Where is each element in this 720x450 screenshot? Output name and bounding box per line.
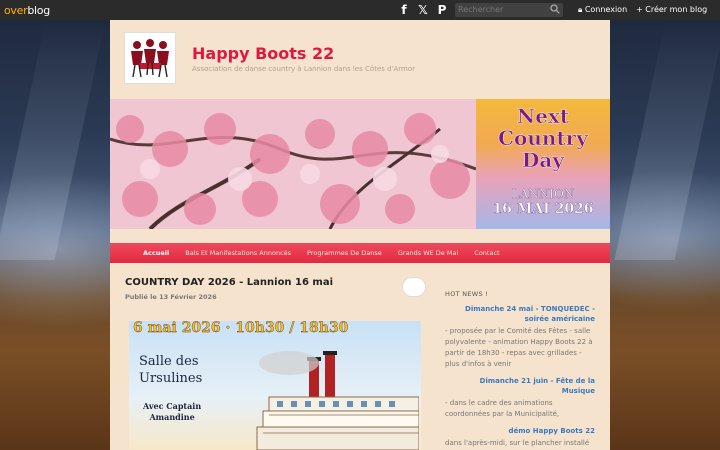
sidebar-event-2: Dimanche 21 juin - Fête de la Musique [479,377,595,395]
sidebar-event-3: démo Happy Boots 22 [508,427,595,435]
site-logo[interactable] [124,32,176,84]
sidebar-text-3: dans l'après-midi, sur le plancher insta… [445,439,590,447]
overblog-bar: overblog f 𝕏 P 🔒︎ Connexion + Créer mon … [0,0,720,20]
light-beam [614,20,720,260]
nav-item-bals[interactable]: Bals Et Manifestations Annoncés [185,249,291,257]
plus-icon: + [636,5,643,14]
search-input[interactable] [455,3,563,17]
overblog-logo[interactable]: overblog [0,4,50,17]
sidebar-event-1: Dimanche 24 mai - TONQUEDEC - soirée amé… [465,305,595,323]
site-subtitle: Association de danse country à Lannion d… [192,65,416,73]
steamboat-illustration [256,351,419,450]
sidebar-heading: HOT NEWS ! [445,290,489,298]
sidebar-text-1: - proposée par le Comité des Fêtes - sal… [445,327,593,368]
x-twitter-icon[interactable]: 𝕏 [417,2,429,17]
post-date: Publié le 13 Février 2026 [125,293,217,301]
facebook-icon[interactable]: f [398,2,410,17]
nav-item-programmes[interactable]: Programmes De Danse [307,249,382,257]
post-title[interactable]: COUNTRY DAY 2026 - Lannion 16 mai [125,277,333,288]
banner-city: LANNION [511,187,575,201]
next-country-day-panel: Next Country Day LANNION 16 MAI 2026 [476,99,610,229]
poster-venue: Salle des Ursulines [139,354,203,386]
sidebar-text-2: - dans le cadre des animations coordonné… [445,399,560,418]
lock-icon: 🔒︎ [578,5,583,14]
sidebar: HOT NEWS ! Dimanche 24 mai - TONQUEDEC -… [445,290,595,450]
blog-page: Happy Boots 22 Association de danse coun… [110,20,610,450]
nav-item-accueil[interactable]: Accueil [143,249,169,257]
poster-captain: Avec Captain Amandine [143,401,202,422]
create-blog-link[interactable]: + Créer mon blog [636,5,707,14]
header-banner: Next Country Day LANNION 16 MAI 2026 [110,99,610,229]
search-icon[interactable] [550,4,562,16]
cherry-blossom-image [110,99,477,229]
pinterest-icon[interactable]: P [436,2,448,17]
post-poster-image[interactable]: 6 mai 2026 · 10h30 / 18h30 Salle des Urs… [129,321,421,450]
poster-top-text: 6 mai 2026 · 10h30 / 18h30 [133,321,349,336]
nav-item-grands-we[interactable]: Grands WE De Mai [398,249,458,257]
site-title[interactable]: Happy Boots 22 [192,44,334,63]
banner-title: Next Country Day [498,104,588,172]
nav-item-contact[interactable]: Contact [474,249,499,257]
light-beam [0,20,106,260]
social-links: f 𝕏 P [398,2,448,17]
comment-bubble-icon[interactable] [402,277,426,297]
login-link[interactable]: 🔒︎ Connexion [578,5,627,15]
main-nav: Accueil Bals Et Manifestations Annoncés … [110,243,610,263]
banner-date: 16 MAI 2026 [492,201,594,217]
